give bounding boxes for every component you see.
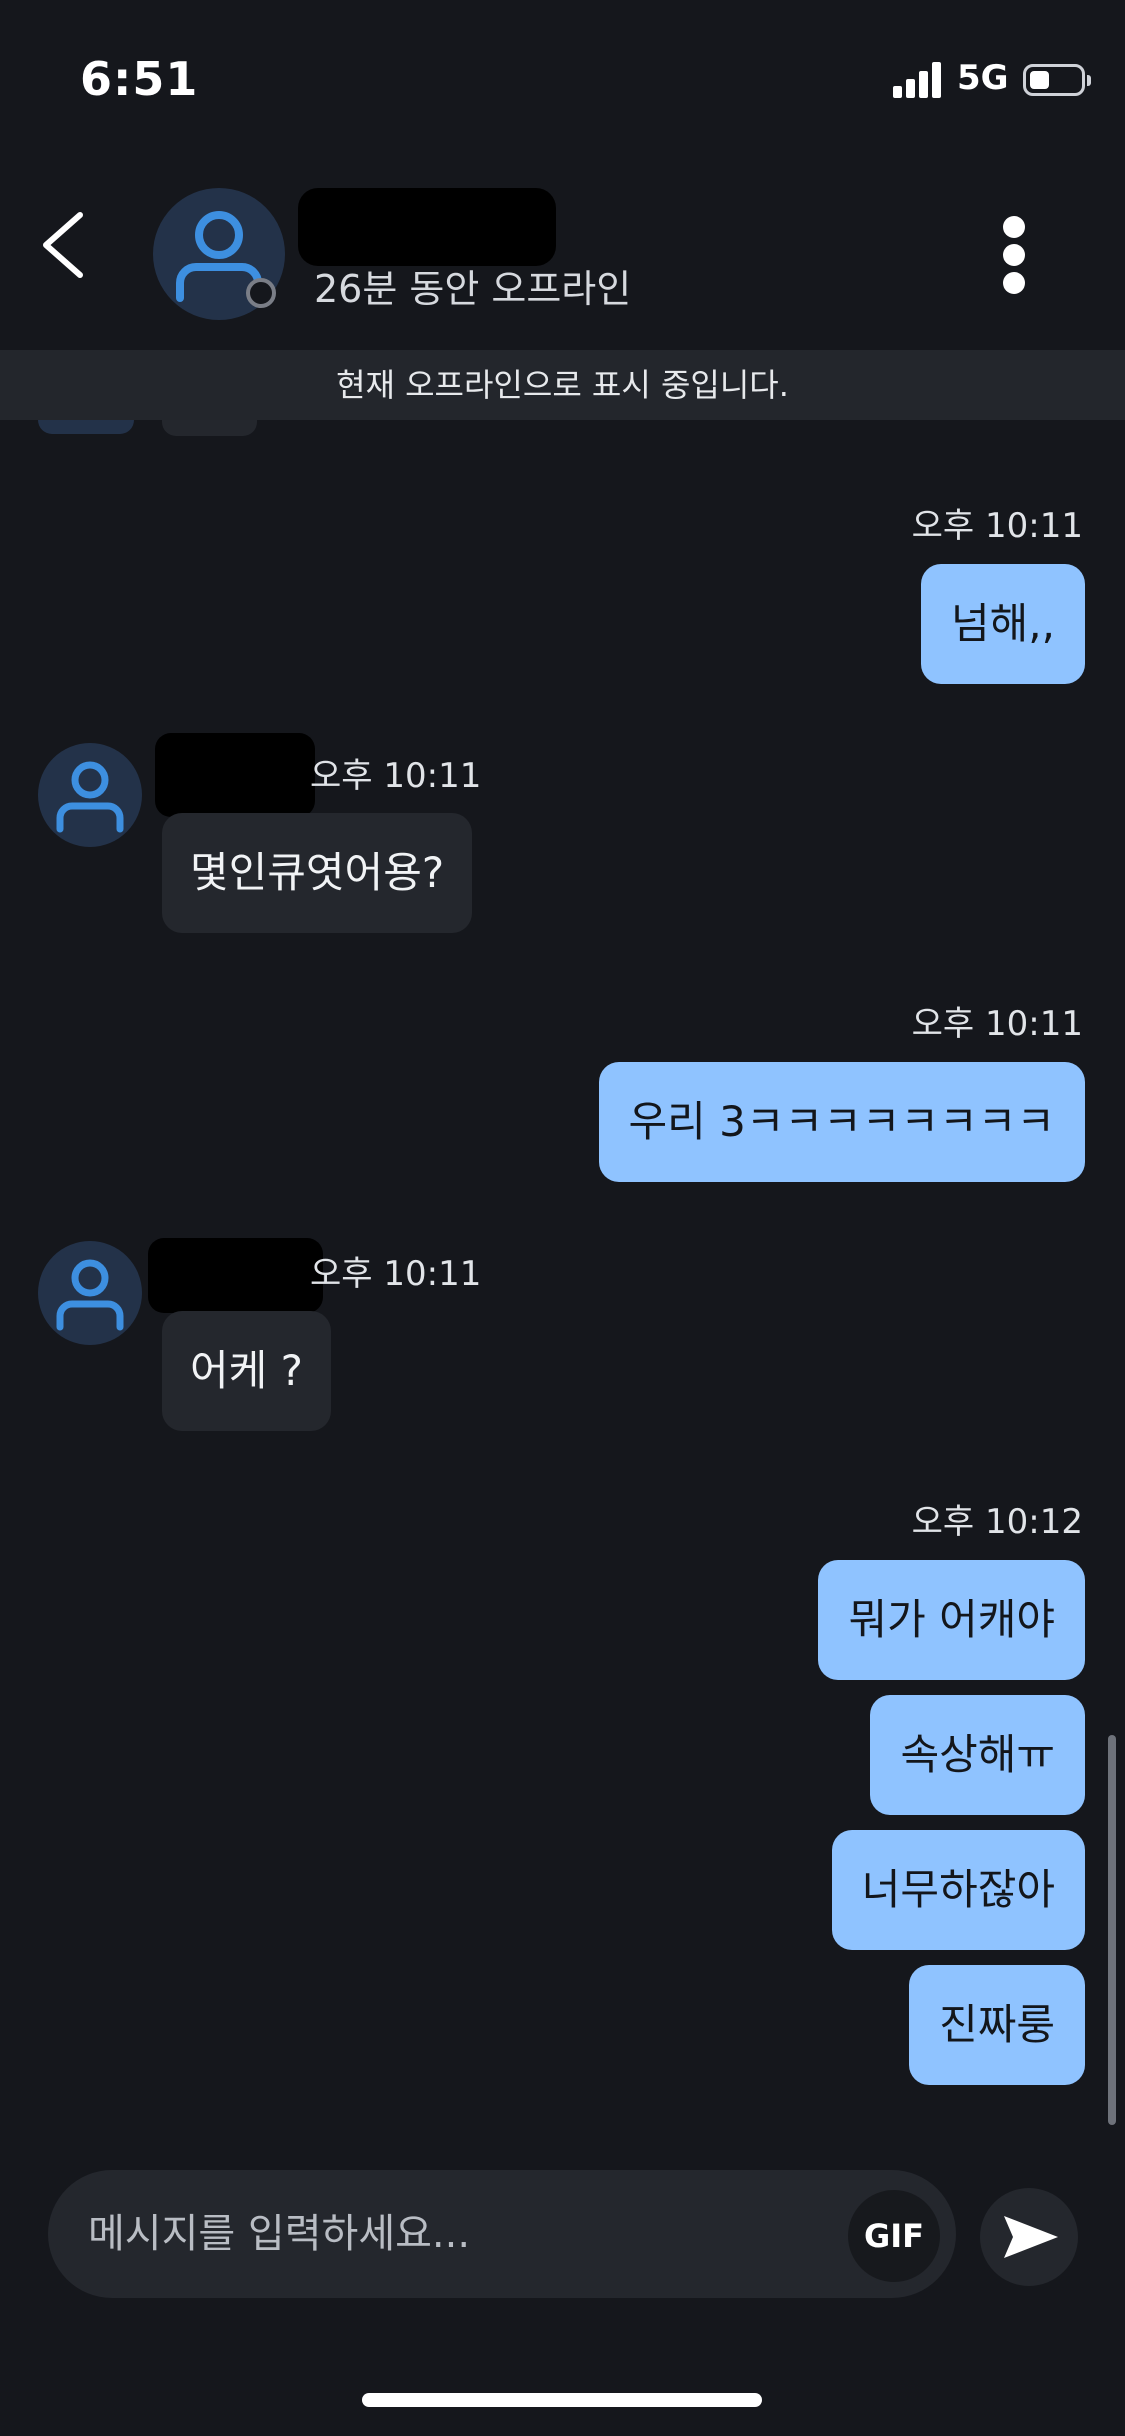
send-icon	[1004, 2216, 1058, 2258]
user-icon	[56, 1259, 124, 1331]
message-timestamp: 오후 10:11	[911, 1004, 1083, 1044]
status-time: 6:51	[80, 52, 199, 106]
outgoing-message-bubble[interactable]: 너무하잖아	[831, 1830, 1085, 1950]
sender-avatar[interactable]	[38, 1241, 142, 1345]
incoming-message-bubble[interactable]: 어케 ?	[162, 1311, 331, 1431]
battery-icon	[1023, 64, 1091, 96]
message-input[interactable]: 메시지를 입력하세요... GIF	[48, 2170, 956, 2298]
sender-name-redacted	[148, 1238, 323, 1313]
user-icon	[56, 761, 124, 833]
more-options-button[interactable]	[990, 210, 1040, 300]
avatar	[38, 420, 134, 434]
outgoing-message-bubble[interactable]: 진짜룽	[909, 1965, 1085, 2085]
signal-icon	[893, 62, 943, 98]
scrollbar[interactable]	[1108, 1735, 1116, 2125]
outgoing-message-bubble[interactable]: 속상해ㅠ	[870, 1695, 1085, 1815]
network-label: 5G	[957, 58, 1009, 98]
message-timestamp: 오후 10:11	[911, 506, 1083, 546]
message-timestamp: 오후 10:12	[911, 1502, 1083, 1542]
contact-name-redacted	[298, 188, 556, 266]
chevron-left-icon	[43, 212, 83, 278]
message-timestamp: 오후 10:11	[310, 756, 482, 796]
message-timestamp: 오후 10:11	[310, 1254, 482, 1294]
status-bar: 6:51 5G	[0, 0, 1125, 150]
offline-presence-dot	[246, 278, 276, 308]
outgoing-message-bubble[interactable]: 넘해,,	[921, 564, 1085, 684]
kebab-menu-icon	[1003, 216, 1025, 238]
home-indicator[interactable]	[362, 2393, 762, 2407]
gif-button[interactable]: GIF	[848, 2190, 940, 2282]
outgoing-message-bubble[interactable]: 뭐가 어캐야	[818, 1560, 1085, 1680]
message-bubble	[162, 420, 257, 436]
sender-avatar[interactable]	[38, 743, 142, 847]
contact-status: 26분 동안 오프라인	[314, 267, 632, 311]
outgoing-message-bubble[interactable]: 우리 3ㅋㅋㅋㅋㅋㅋㅋㅋ	[598, 1062, 1085, 1182]
message-input-placeholder: 메시지를 입력하세요...	[88, 2211, 471, 2257]
back-button[interactable]	[30, 200, 100, 290]
incoming-message-bubble[interactable]: 몇인큐엿어용?	[162, 813, 473, 933]
sender-name-redacted	[155, 733, 315, 817]
chat-header: 26분 동안 오프라인	[0, 160, 1125, 350]
send-button[interactable]	[980, 2188, 1078, 2286]
offline-banner: 현재 오프라인으로 표시 중입니다.	[0, 350, 1125, 420]
composer: 메시지를 입력하세요... GIF	[0, 2125, 1125, 2298]
